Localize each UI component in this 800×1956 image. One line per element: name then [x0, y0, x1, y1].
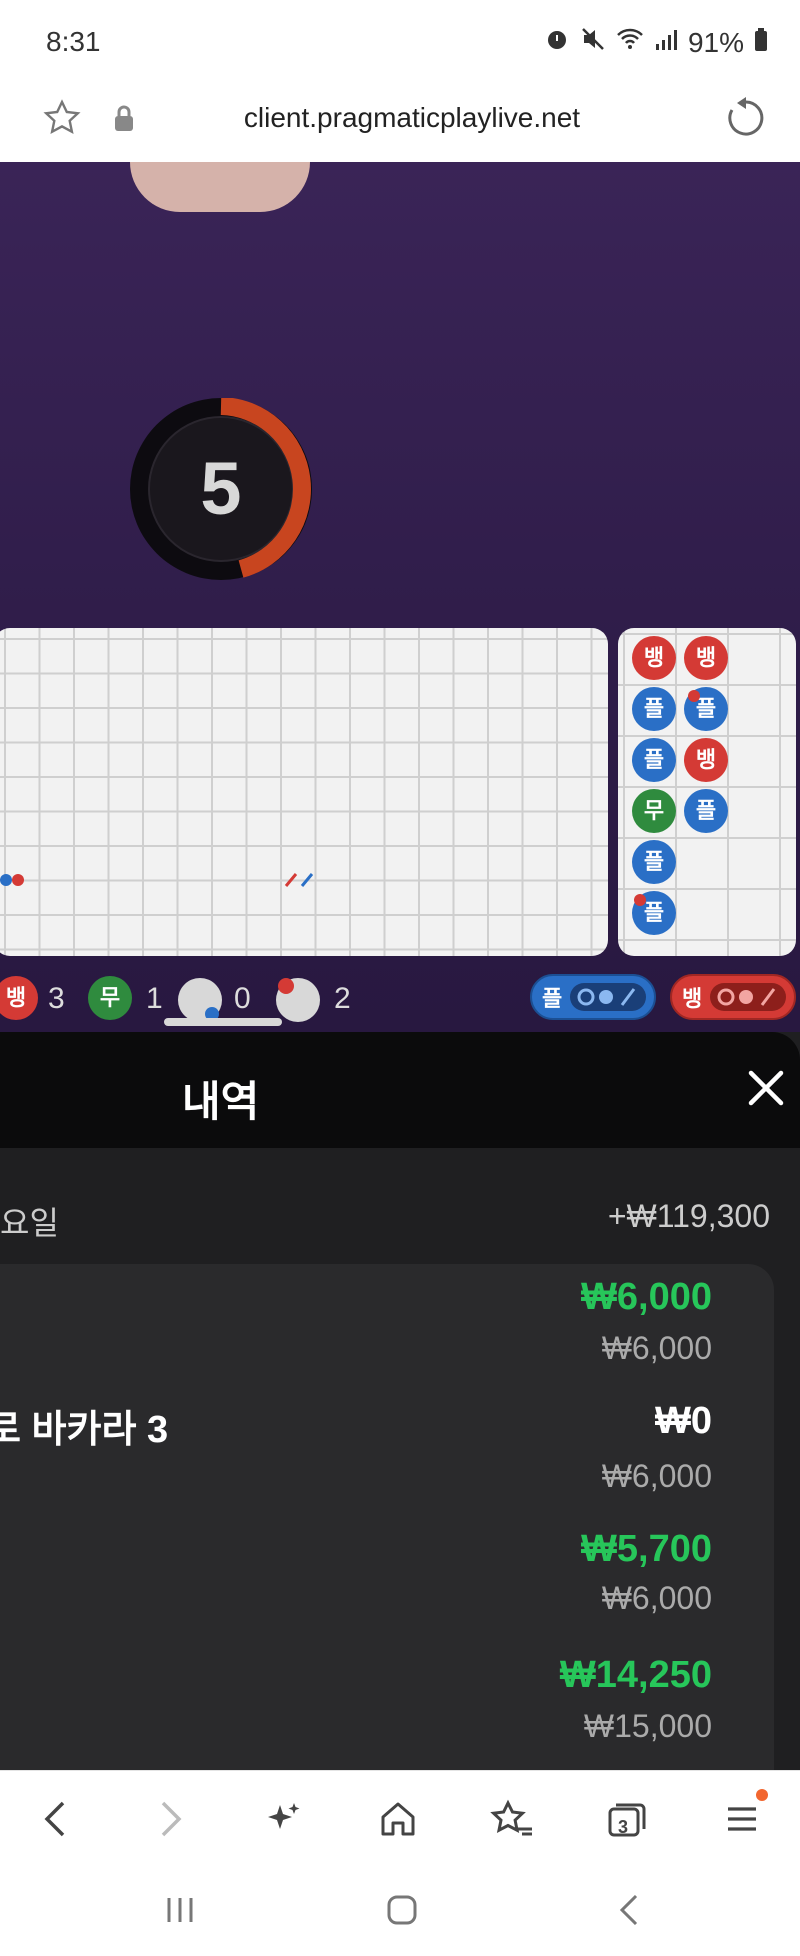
entry-bet-amount: ₩6,000 [601, 1580, 712, 1616]
player-predict-icons [570, 983, 647, 1011]
game-name: 바카라 3 [31, 1409, 169, 1451]
status-bar: 8:31 91% [0, 0, 800, 80]
history-entry[interactable]: ₩6,000 ₩6,000 [0, 1264, 774, 1384]
history-entry[interactable]: ₩14,250 ₩15,000 [0, 1642, 774, 1772]
entry-win-amount: ₩6,000 [581, 1276, 712, 1318]
bookmarks-button[interactable] [482, 1789, 542, 1849]
banker-predict-icons [710, 983, 787, 1011]
wifi-icon [616, 26, 644, 59]
bead: 플 [684, 789, 728, 833]
countdown-timer: 5 [130, 398, 312, 580]
entry-game-name: 로 바카라 3 [0, 1398, 168, 1453]
alarm-icon [544, 26, 570, 59]
bead: 뱅 [684, 738, 728, 782]
drag-handle[interactable] [164, 1018, 282, 1026]
history-panel-header: 내역 [0, 1032, 800, 1148]
battery-icon [754, 27, 768, 59]
menu-icon [728, 1807, 756, 1831]
bookmarks-star-icon [490, 1799, 532, 1836]
battery-percent: 91% [687, 26, 744, 58]
menu-notification-dot [756, 1789, 768, 1801]
mute-icon [580, 26, 606, 59]
banker-predict-button[interactable]: 뱅 [670, 974, 796, 1020]
day-summary-row[interactable]: 요일 +₩119,300 [0, 1192, 800, 1242]
tie-count: 1 [146, 982, 163, 1015]
entry-win-amount: ₩14,250 [559, 1654, 712, 1696]
recents-button[interactable] [160, 1890, 200, 1930]
player-predict-button[interactable]: 플 [530, 974, 656, 1020]
player-predict-label: 플 [542, 986, 563, 1011]
back-system-icon [619, 1894, 638, 1926]
banker-chip: 뱅 [0, 976, 38, 1020]
history-panel: 내역 요일 +₩119,300 ₩6,000 ₩6,000 로 바카라 3 ₩0… [0, 1032, 800, 1784]
browser-url-bar: client.pragmaticplaylive.net [0, 80, 800, 162]
signal-icon [654, 27, 678, 59]
pair-dot [634, 894, 646, 906]
tab-count: 3 [618, 1817, 629, 1837]
entry-bet-amount: ₩6,000 [601, 1458, 712, 1494]
url-text[interactable]: client.pragmaticplaylive.net [0, 102, 800, 134]
sparkle-icon [268, 1803, 300, 1829]
reload-icon[interactable] [724, 96, 764, 145]
bead: 플 [632, 687, 676, 731]
tie-chip: 무 [88, 976, 132, 1020]
day-label: 요일 [0, 1205, 59, 1241]
big-road-grid [0, 628, 608, 956]
day-total: +₩119,300 [607, 1198, 770, 1234]
back-system-button[interactable] [610, 1890, 650, 1930]
history-entry[interactable]: ₩5,700 ₩6,000 [0, 1516, 774, 1640]
forward-arrow-icon [161, 1801, 182, 1837]
pair-dot [688, 690, 700, 702]
bead: 플 [632, 738, 676, 782]
road-stats: 뱅 3 무 1 0 2 플 뱅 [0, 974, 800, 1026]
tie-slash-marks [284, 873, 314, 887]
road-marker [0, 874, 12, 886]
road-marker [12, 874, 24, 886]
system-nav-bar [0, 1866, 800, 1956]
forward-button[interactable] [140, 1789, 200, 1849]
browser-nav-bar: 3 [0, 1770, 800, 1866]
ai-sparkle-button[interactable] [254, 1789, 314, 1849]
entry-bet-amount: ₩15,000 [583, 1708, 712, 1744]
game-name-prefix: 로 [0, 1409, 21, 1451]
home-system-button[interactable] [382, 1890, 422, 1930]
home-icon [381, 1802, 415, 1836]
home-button[interactable] [368, 1789, 428, 1849]
bead-road-grid: 뱅 뱅 플 플 플 뱅 무 플 플 플 [618, 628, 796, 956]
tabs-button[interactable]: 3 [596, 1789, 656, 1849]
menu-button[interactable] [712, 1789, 772, 1849]
player-pair-count: 0 [234, 982, 251, 1015]
back-button[interactable] [26, 1789, 86, 1849]
status-time: 8:31 [46, 26, 101, 57]
history-entry[interactable]: 로 바카라 3 ₩0 ₩6,000 [0, 1384, 774, 1512]
bead: 플 [632, 840, 676, 884]
status-icons: 91% [544, 26, 768, 59]
bead: 무 [632, 789, 676, 833]
entry-win-amount: ₩0 [655, 1400, 712, 1442]
entry-bet-amount: ₩6,000 [601, 1330, 712, 1366]
close-icon[interactable] [744, 1070, 788, 1114]
dealer-hands-image [130, 162, 310, 212]
countdown-number: 5 [200, 447, 242, 530]
bead: 뱅 [684, 636, 728, 680]
banker-predict-label: 뱅 [682, 986, 703, 1011]
history-title: 내역 [182, 1078, 260, 1125]
bead: 뱅 [632, 636, 676, 680]
banker-pair-count: 2 [334, 982, 351, 1015]
live-game-view: 5 뱅 뱅 플 플 플 뱅 무 플 플 플 뱅 3 무 1 0 2 플 뱅 [0, 162, 800, 1032]
home-square-icon [387, 1895, 417, 1925]
recents-icon [167, 1898, 193, 1922]
entry-win-amount: ₩5,700 [581, 1528, 712, 1570]
history-entries-card: ₩6,000 ₩6,000 로 바카라 3 ₩0 ₩6,000 ₩5,700 ₩… [0, 1264, 774, 1784]
banker-count: 3 [48, 982, 65, 1015]
back-arrow-icon [44, 1801, 65, 1837]
